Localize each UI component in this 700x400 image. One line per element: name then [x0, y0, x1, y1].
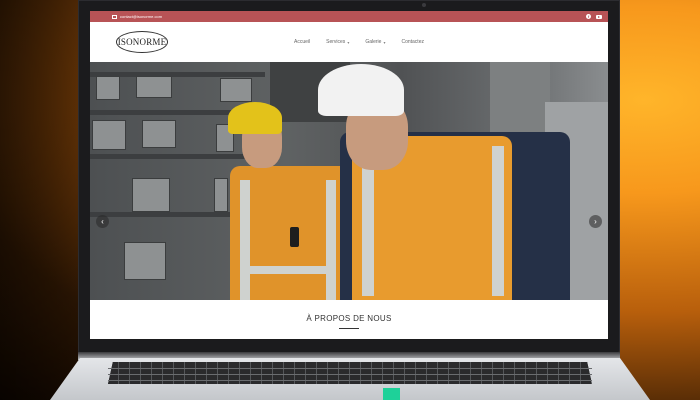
- nav-item-galerie[interactable]: Galerie ▾: [365, 39, 385, 45]
- building-window: [142, 120, 176, 148]
- building-window: [214, 178, 228, 212]
- building-window: [124, 242, 166, 280]
- vest-stripe: [326, 180, 336, 300]
- building-window: [92, 120, 126, 150]
- building-window: [220, 78, 252, 102]
- logo-text: ISONORME: [117, 37, 167, 47]
- hard-hat: [228, 102, 282, 134]
- building-window: [96, 76, 120, 100]
- contact-email[interactable]: contact@isonorme.com: [112, 14, 162, 19]
- chevron-down-icon: ▾: [347, 39, 350, 45]
- hard-hat: [318, 64, 404, 116]
- key-row-divider: [108, 374, 592, 375]
- building-window: [132, 178, 170, 212]
- youtube-icon[interactable]: [596, 14, 602, 19]
- chevron-down-icon: ▾: [383, 39, 386, 45]
- key-row-divider: [108, 368, 592, 369]
- building-band: [90, 154, 265, 159]
- hero-slider: ‹ ›: [90, 62, 608, 300]
- top-contact-bar: contact@isonorme.com f: [90, 11, 608, 22]
- nav-item-label: Services: [326, 39, 346, 45]
- chevron-left-icon: ‹: [101, 217, 104, 226]
- laptop-screen: contact@isonorme.com f ISONORME Accueil …: [90, 11, 608, 339]
- webcam: [422, 3, 426, 7]
- nav-item-label: Contactez: [401, 39, 424, 45]
- vest-stripe: [240, 266, 336, 274]
- about-section: À PROPOS DE NOUS: [90, 300, 608, 339]
- nav-item-accueil[interactable]: Accueil: [294, 39, 310, 45]
- nav-item-contactez[interactable]: Contactez: [401, 39, 424, 45]
- nav-item-label: Accueil: [294, 39, 311, 45]
- slider-next-button[interactable]: ›: [589, 215, 602, 228]
- building-window: [136, 76, 172, 98]
- about-title: À PROPOS DE NOUS: [306, 314, 392, 323]
- envelope-icon: [112, 14, 117, 19]
- key-row-divider: [108, 380, 592, 381]
- facebook-icon[interactable]: f: [586, 14, 591, 19]
- chevron-right-icon: ›: [594, 217, 597, 226]
- green-accent-shape: [383, 388, 400, 400]
- contact-email-text: contact@isonorme.com: [120, 14, 163, 19]
- nav-menu: Accueil Services ▾ Galerie ▾ Contactez: [294, 39, 424, 45]
- nav-item-services[interactable]: Services ▾: [326, 39, 349, 45]
- walkie-talkie: [290, 227, 299, 247]
- vest-stripe: [492, 146, 504, 296]
- title-underline: [339, 328, 359, 329]
- site-logo[interactable]: ISONORME: [116, 31, 168, 53]
- main-navbar: ISONORME Accueil Services ▾ Galerie ▾ Co…: [90, 22, 608, 62]
- nav-item-label: Galerie: [365, 39, 382, 45]
- slider-prev-button[interactable]: ‹: [96, 215, 109, 228]
- social-links: f: [586, 14, 602, 19]
- vest-stripe: [240, 180, 250, 300]
